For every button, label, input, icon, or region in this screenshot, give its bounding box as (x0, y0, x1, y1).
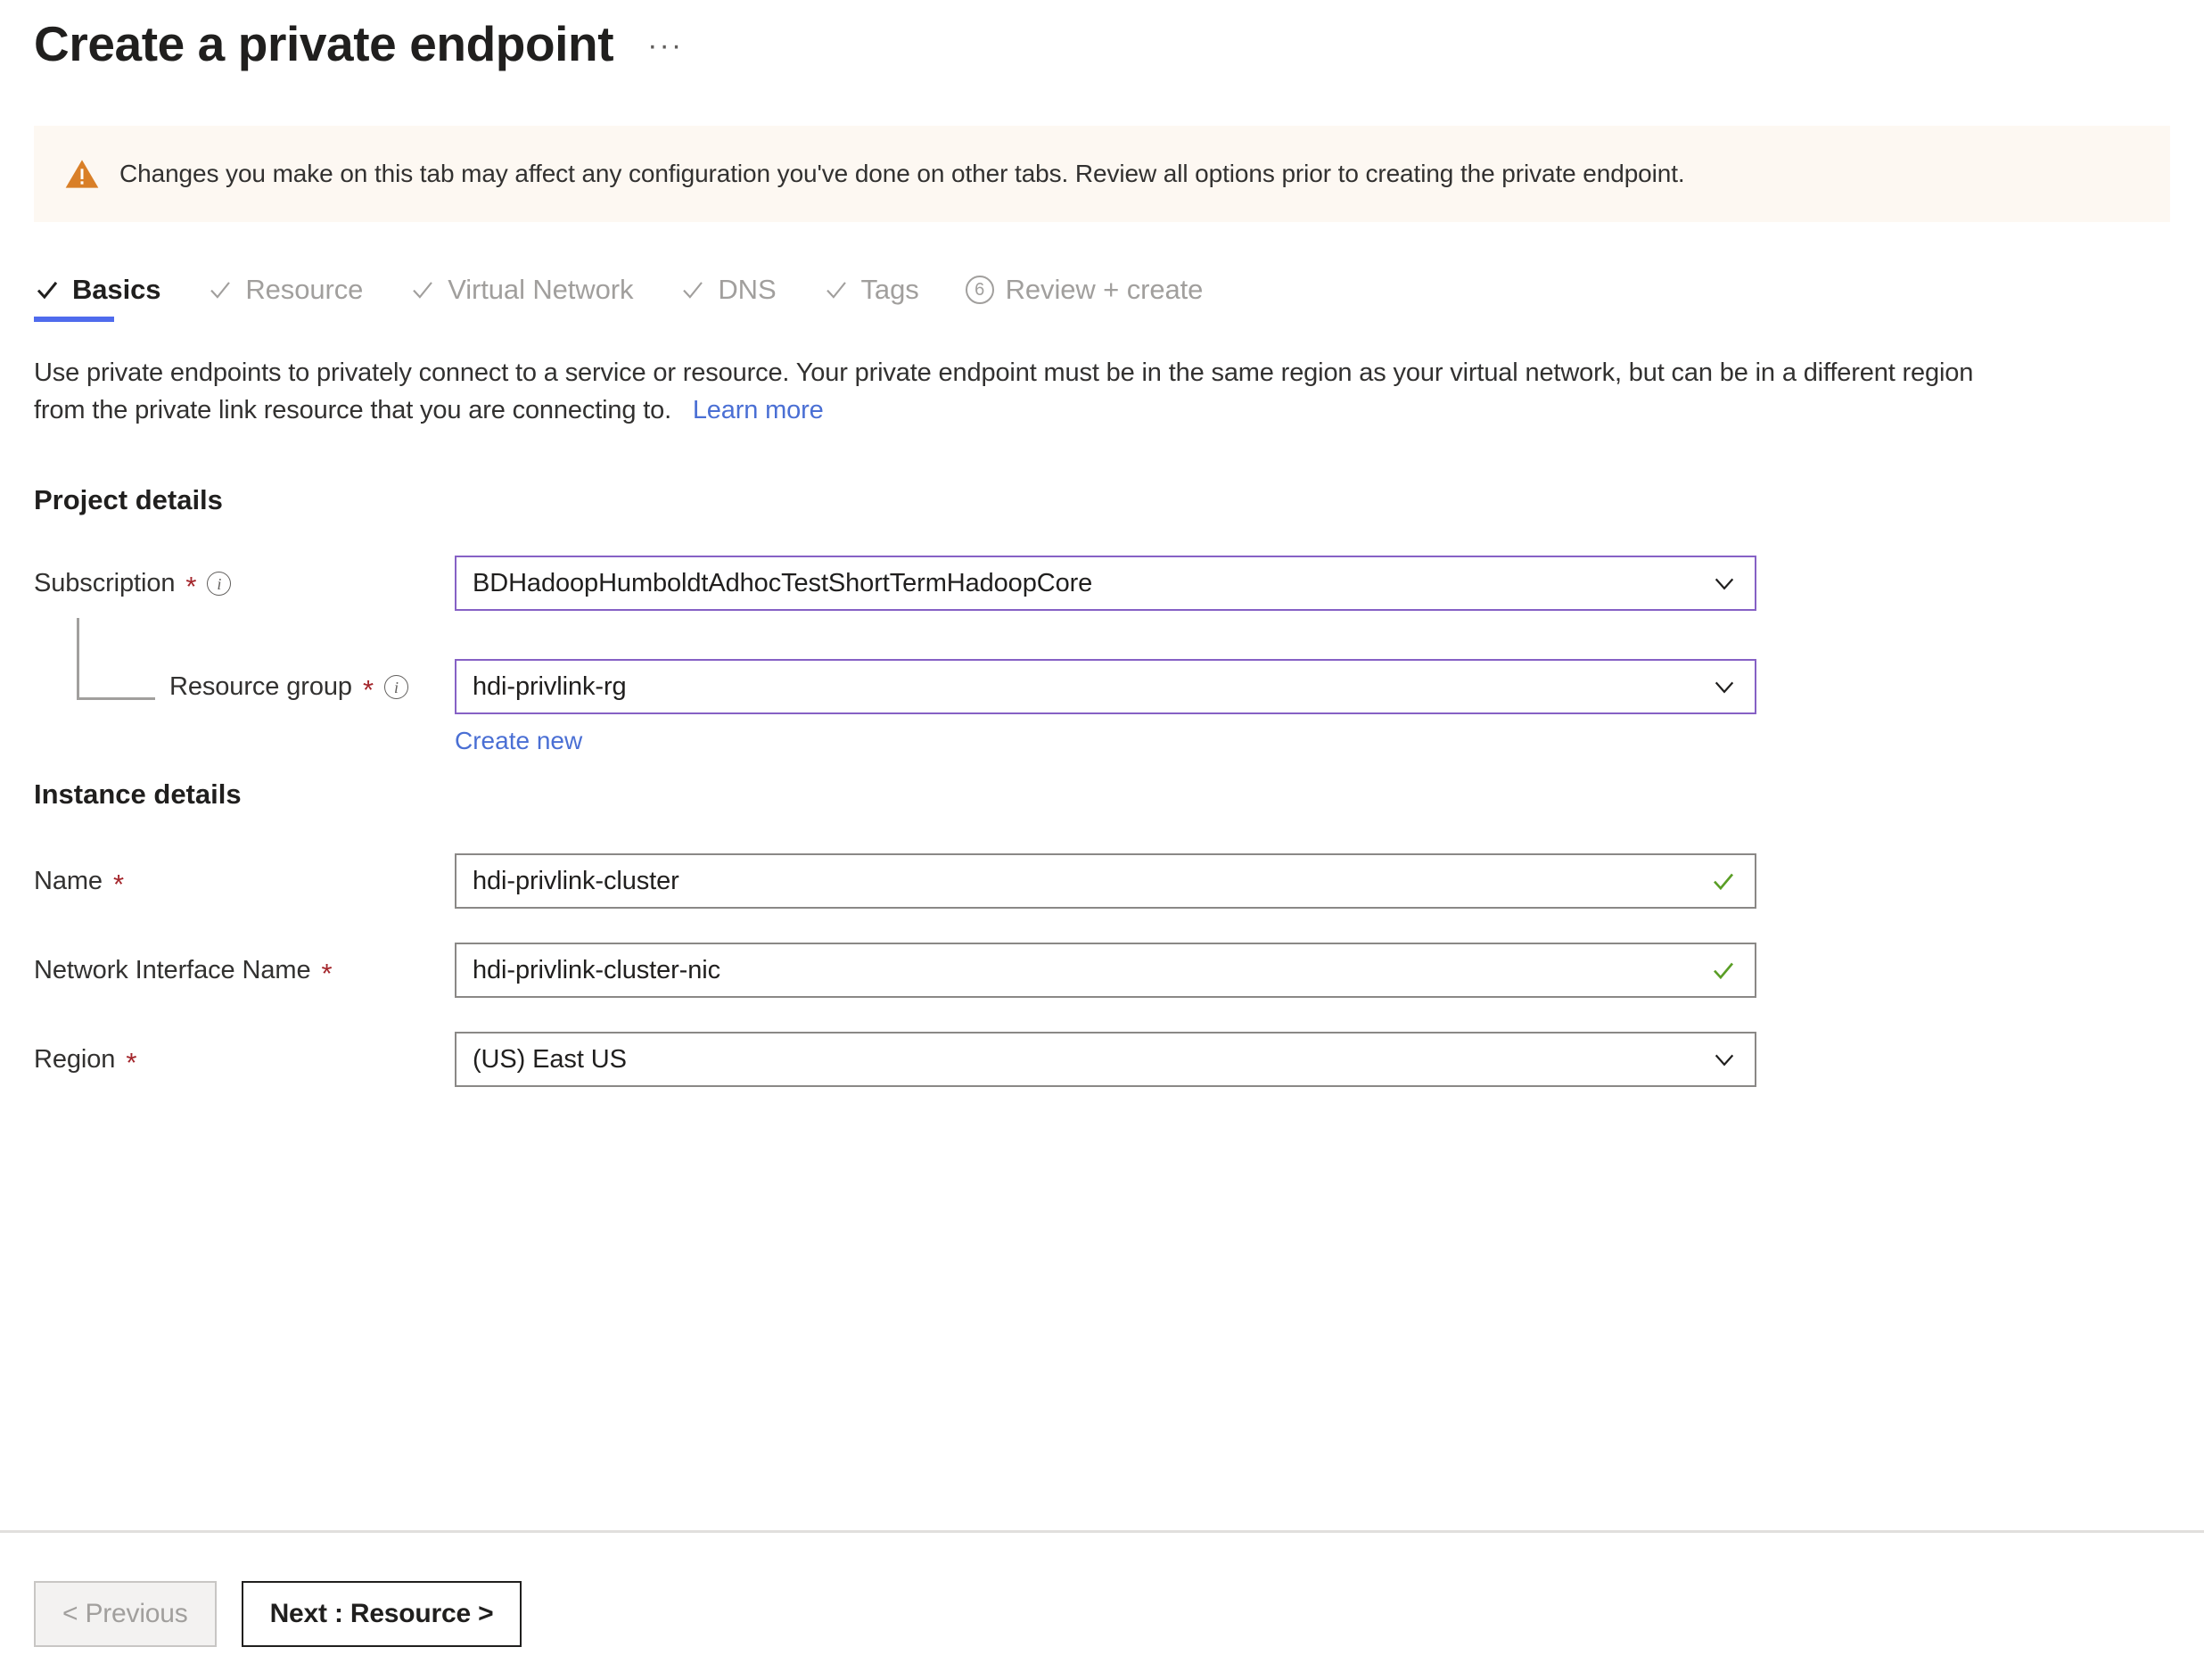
previous-button[interactable]: < Previous (34, 1581, 217, 1647)
tab-label: Tags (860, 274, 919, 306)
subscription-dropdown[interactable]: BDHadoopHumboldtAdhocTestShortTermHadoop… (455, 556, 1756, 612)
name-input[interactable]: hdi-privlink-cluster (455, 853, 1756, 910)
warning-banner: Changes you make on this tab may affect … (34, 126, 2170, 223)
warning-triangle-icon (65, 160, 99, 188)
wizard-footer: < Previous Next : Resource > (34, 1581, 522, 1647)
tab-label: Virtual Network (448, 274, 634, 306)
check-icon (683, 282, 703, 300)
required-asterisk: * (321, 958, 333, 990)
create-new-resource-group-link[interactable]: Create new (455, 727, 582, 755)
tab-label: DNS (718, 274, 777, 306)
chevron-down-icon (1715, 681, 1734, 694)
check-icon (210, 282, 231, 300)
valid-check-icon (1714, 962, 1734, 980)
region-row: Region * (US) East US (34, 1032, 2204, 1088)
name-control-col: hdi-privlink-cluster (455, 853, 1756, 910)
chevron-down-icon (1715, 1054, 1734, 1066)
footer-divider (0, 1530, 2204, 1533)
name-row: Name * hdi-privlink-cluster (34, 853, 2204, 910)
project-details-heading: Project details (34, 484, 223, 516)
warning-banner-text: Changes you make on this tab may affect … (119, 160, 1685, 188)
tab-dns[interactable]: DNS (679, 274, 777, 322)
required-asterisk: * (185, 571, 197, 603)
resource-group-label-group: Resource group * i (169, 659, 408, 706)
check-icon (826, 282, 846, 300)
chevron-down-icon (1715, 578, 1734, 590)
required-asterisk: * (362, 674, 374, 706)
check-icon (413, 282, 433, 300)
check-icon (37, 282, 58, 300)
tab-resource[interactable]: Resource (207, 274, 363, 322)
subscription-label-group: Subscription * i (34, 556, 232, 603)
resource-group-control-col: hdi-privlink-rg Create new (455, 659, 1756, 755)
resource-group-dropdown[interactable]: hdi-privlink-rg (455, 659, 1756, 715)
page-header: Create a private endpoint ··· (0, 0, 2204, 72)
tree-connector-line (77, 618, 155, 701)
network-interface-name-row: Network Interface Name * hdi-privlink-cl… (34, 943, 2204, 999)
network-interface-name-input[interactable]: hdi-privlink-cluster-nic (455, 943, 1756, 999)
page-description: Use private endpoints to privately conne… (34, 354, 1978, 429)
tab-virtual-network[interactable]: Virtual Network (409, 274, 633, 322)
info-icon[interactable]: i (383, 675, 408, 700)
more-options-icon[interactable]: ··· (647, 30, 683, 61)
wizard-tab-bar: Basics Resource Virtual Network DNS Tags… (34, 274, 2204, 323)
tab-label: Basics (72, 274, 161, 306)
region-label-group: Region * (34, 1032, 137, 1079)
name-label: Name (34, 867, 103, 896)
tab-label: Review + create (1005, 274, 1204, 306)
subscription-control-col: BDHadoopHumboldtAdhocTestShortTermHadoop… (455, 556, 1756, 612)
network-interface-name-control-col: hdi-privlink-cluster-nic (455, 943, 1756, 999)
region-control-col: (US) East US (455, 1032, 1756, 1088)
region-label: Region (34, 1045, 116, 1075)
page-title: Create a private endpoint (34, 16, 614, 71)
tab-basics[interactable]: Basics (34, 274, 161, 323)
info-icon[interactable]: i (207, 572, 232, 597)
step-number-badge: 6 (965, 276, 994, 305)
next-resource-button[interactable]: Next : Resource > (241, 1581, 522, 1647)
region-value: (US) East US (473, 1044, 627, 1074)
network-interface-name-label: Network Interface Name (34, 956, 311, 985)
required-asterisk: * (112, 869, 124, 901)
valid-check-icon (1714, 873, 1734, 891)
name-label-group: Name * (34, 853, 124, 901)
resource-group-row: Resource group * i hdi-privlink-rg Creat… (34, 618, 2204, 754)
resource-group-label: Resource group (169, 672, 352, 702)
required-asterisk: * (126, 1047, 137, 1079)
subscription-label: Subscription (34, 569, 176, 598)
region-dropdown[interactable]: (US) East US (455, 1032, 1756, 1088)
network-interface-name-label-group: Network Interface Name * (34, 943, 333, 990)
instance-details-heading: Instance details (34, 778, 242, 811)
learn-more-link[interactable]: Learn more (693, 396, 824, 424)
subscription-row: Subscription * i BDHadoopHumboldtAdhocTe… (34, 556, 2204, 612)
tab-label: Resource (245, 274, 364, 306)
resource-group-value: hdi-privlink-rg (473, 671, 627, 701)
page-description-text: Use private endpoints to privately conne… (34, 358, 1974, 425)
subscription-value: BDHadoopHumboldtAdhocTestShortTermHadoop… (473, 568, 1093, 597)
network-interface-name-value: hdi-privlink-cluster-nic (473, 955, 720, 984)
tab-review-create[interactable]: 6 Review + create (965, 274, 1204, 322)
tab-tags[interactable]: Tags (823, 274, 919, 322)
name-value: hdi-privlink-cluster (473, 866, 679, 895)
